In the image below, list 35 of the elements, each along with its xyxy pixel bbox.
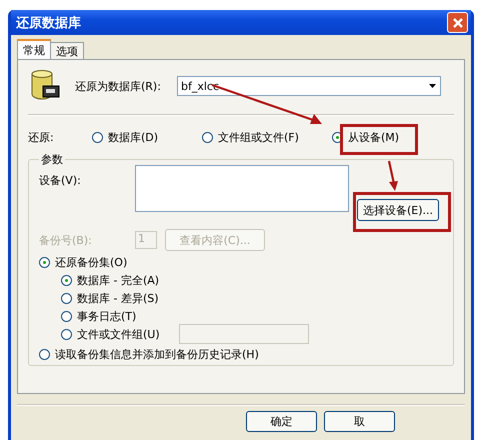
restore-option[interactable]: 数据库(D) — [92, 130, 202, 144]
restore-as-label: 还原为数据库(R): — [75, 78, 162, 94]
read-info-option[interactable]: 读取备份集信息并添加到备份历史记录(H) — [39, 345, 445, 363]
group-title: 参数 — [40, 152, 64, 167]
device-list[interactable] — [135, 165, 349, 212]
radio-button[interactable] — [61, 274, 72, 286]
arrow — [386, 160, 400, 192]
dialog-button[interactable]: 取 — [324, 411, 395, 432]
backup-type-option[interactable]: 数据库 - 差异(S) — [61, 290, 179, 306]
tab[interactable]: 选项 — [50, 42, 84, 59]
restore-option[interactable]: 文件组或文件(F) — [202, 130, 328, 144]
radio-button[interactable] — [92, 132, 103, 142]
tab[interactable]: 常规 — [17, 39, 51, 59]
radio-button[interactable] — [61, 292, 72, 304]
file-group-field[interactable] — [179, 324, 309, 344]
device-label: 设备(V): — [39, 173, 82, 188]
dialog-button[interactable]: 确定 — [246, 411, 317, 432]
close-button[interactable] — [447, 12, 468, 33]
backup-type-option[interactable]: 数据库 - 完全(A) — [61, 272, 179, 288]
dropdown-arrow-icon — [429, 84, 436, 88]
restore-set-option[interactable]: 还原备份集(O) — [39, 253, 445, 271]
radio-button[interactable] — [39, 348, 50, 360]
backup-type-option[interactable]: 事务日志(T) — [61, 308, 179, 324]
radio-button[interactable] — [61, 310, 72, 322]
radio-button[interactable] — [61, 328, 72, 340]
restore-option[interactable]: 从设备(M) — [328, 126, 404, 148]
window-title: 还原数据库 — [16, 14, 81, 32]
select-device-button[interactable]: 选择设备(E)... — [357, 199, 440, 221]
close-icon — [452, 16, 464, 28]
backup-type-option[interactable]: 文件或文件组(U) — [61, 326, 179, 342]
database-combo[interactable]: bf_xlcc — [177, 76, 441, 96]
backup-number-label: 备份号(B): — [39, 232, 93, 248]
radio-button[interactable] — [39, 256, 50, 268]
radio-button[interactable] — [202, 132, 213, 142]
restore-label: 还原: — [28, 130, 55, 144]
